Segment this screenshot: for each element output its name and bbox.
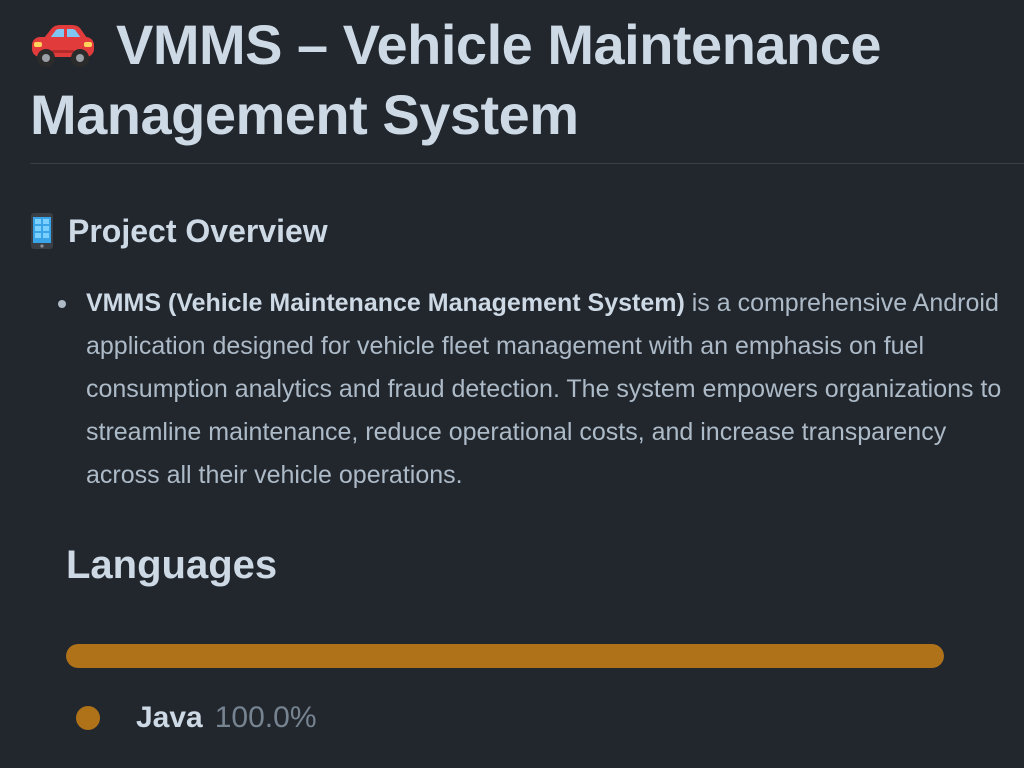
section-heading-text: Project Overview — [68, 213, 328, 249]
list-item: VMMS (Vehicle Maintenance Management Sys… — [56, 282, 1016, 497]
languages-progress-fill-java — [66, 644, 944, 668]
language-percent: 100.0% — [214, 701, 317, 734]
language-name: Java — [136, 701, 203, 734]
language-item-java[interactable]: Java 100.0% — [76, 698, 317, 738]
car-icon — [30, 14, 96, 67]
mobile-phone-icon — [30, 212, 54, 250]
overview-list: VMMS (Vehicle Maintenance Management Sys… — [56, 282, 1016, 497]
language-color-dot — [76, 706, 100, 730]
project-description: is a comprehensive Android application d… — [86, 289, 1002, 489]
title-divider — [30, 163, 1024, 164]
page-title: VMMS – Vehicle Maintenance Management Sy… — [30, 10, 1010, 150]
readme-page: VMMS – Vehicle Maintenance Management Sy… — [0, 0, 1024, 768]
page-title-text: VMMS – Vehicle Maintenance Management Sy… — [30, 13, 882, 146]
section-heading-overview: Project Overview — [30, 210, 328, 252]
languages-progress-bar — [66, 644, 944, 668]
bullet-dot — [58, 300, 66, 308]
project-name: VMMS (Vehicle Maintenance Management Sys… — [86, 289, 685, 317]
languages-heading: Languages — [66, 543, 278, 587]
